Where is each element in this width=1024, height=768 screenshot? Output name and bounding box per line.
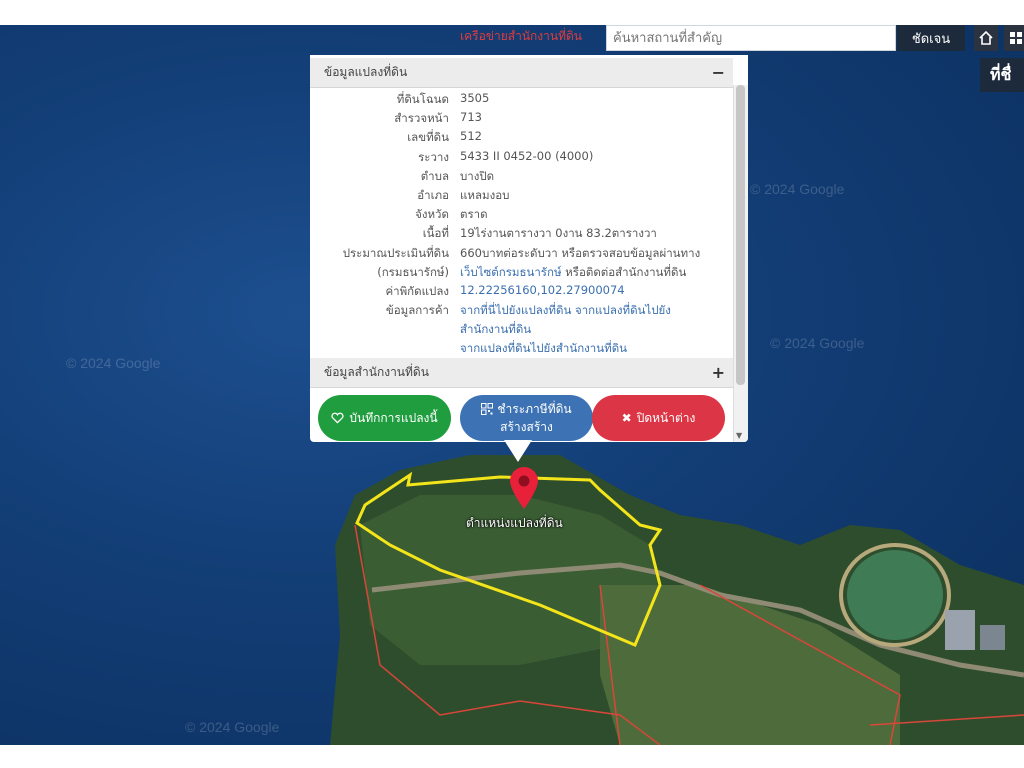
detail-label: ค่าพิกัดแปลง [385, 283, 449, 298]
detail-value: ตราด [460, 207, 488, 222]
close-icon: ✖ [621, 411, 632, 425]
detail-value: 19ไร่งานตารางวา 0งาน 83.2ตารางวา [460, 226, 657, 241]
detail-row: สำรวจหน้า 713 [310, 110, 733, 129]
map-watermark: © 2024 Google [66, 355, 161, 371]
map-toolbar: เครือข่ายสำนักงานที่ดิน ชัดเจน [310, 25, 1024, 55]
scroll-down-icon[interactable]: ▼ [736, 431, 742, 440]
parcel-section-header[interactable]: ข้อมูลแปลงที่ดิน − [310, 58, 733, 88]
pay-land-tax-button[interactable]: ชำระภาษีที่ดิน สร้างสร้าง [460, 395, 593, 441]
popup-scrollbar[interactable]: ▼ [733, 85, 748, 442]
detail-label: อำเภอ [417, 187, 449, 202]
detail-value-text: หรือติดต่อสำนักงานที่ดิน [561, 264, 687, 279]
heart-icon [331, 412, 344, 424]
detail-row: ข้อมูลการค้า จากที่นี่ไปยังแปลงที่ดิน จาก… [310, 302, 733, 321]
detail-label: ระวาง [418, 149, 449, 164]
close-window-label: ปิดหน้าต่าง [636, 411, 696, 425]
save-parcel-label: บันทึกการแปลงนี้ [349, 411, 438, 425]
popup-pointer [504, 440, 532, 462]
marker-label: ตำแหน่งแปลงที่ดิน [466, 516, 563, 530]
detail-row: จังหวัด ตราด [310, 206, 733, 225]
clear-search-button[interactable]: ชัดเจน [897, 25, 965, 51]
detail-label: ตำบล [420, 168, 449, 183]
directions-link[interactable]: สำนักงานที่ดิน [460, 321, 531, 339]
detail-value: 5433 II 0452-00 (4000) [460, 148, 594, 163]
office-network-link[interactable]: เครือข่ายสำนักงานที่ดิน [460, 27, 582, 46]
home-button[interactable] [974, 25, 998, 51]
map-watermark: © 2024 Google [770, 335, 865, 351]
detail-row: ตำบล บางปิด [310, 168, 733, 187]
detail-row: ระวาง 5433 II 0452-00 (4000) [310, 149, 733, 168]
office-section-header[interactable]: ข้อมูลสำนักงานที่ดิน + [310, 358, 733, 388]
detail-row: สำนักงานที่ดิน [310, 321, 733, 340]
detail-row: จากแปลงที่ดินไปยังสำนักงานที่ดิน [310, 340, 733, 359]
parcel-section-title: ข้อมูลแปลงที่ดิน [324, 65, 408, 79]
detail-value: 713 [460, 110, 482, 125]
detail-label: จังหวัด [415, 207, 449, 222]
save-parcel-button[interactable]: บันทึกการแปลงนี้ [318, 395, 451, 441]
detail-value: บางปิด [460, 168, 495, 183]
detail-value: แหลมงอบ [460, 187, 510, 202]
detail-row: เนื้อที่ 19ไร่งานตารางวา 0งาน 83.2ตารางวา [310, 225, 733, 244]
detail-value: 660บาทต่อระดับวา หรือตรวจสอบข้อมูลผ่านทา… [460, 245, 701, 260]
home-icon [979, 30, 993, 45]
parcel-details: ที่ดินโฉนด 3505 สำรวจหน้า 713 เลขที่ดิน 512… [310, 91, 733, 360]
qrcode-icon [481, 403, 494, 415]
detail-row: ที่ดินโฉนด 3505 [310, 91, 733, 110]
coordinates-link[interactable]: 12.22256160,102.27900074 [460, 283, 625, 297]
detail-label: เลขที่ดิน [407, 130, 449, 145]
detail-label: ประมาณประเมินที่ดิน [342, 245, 449, 260]
pay-tax-label: ชำระภาษีที่ดิน [497, 402, 572, 416]
detail-label: เนื้อที่ [422, 226, 449, 241]
side-panel-tab[interactable]: ที่ชื่ [980, 58, 1024, 92]
layers-button[interactable] [1004, 25, 1024, 51]
map-watermark: © 2024 Google [185, 719, 280, 735]
detail-value: 3505 [460, 91, 490, 105]
directions-link[interactable]: จากแปลงที่ดินไปยังสำนักงานที่ดิน [460, 340, 627, 358]
detail-row: (กรมธนารักษ์) เว็บไซต์กรมธนารักษ์ หรือติด… [310, 264, 733, 283]
collapse-icon[interactable]: − [712, 63, 725, 82]
scrollbar-thumb[interactable] [736, 85, 745, 385]
detail-row: อำเภอ แหลมงอบ [310, 187, 733, 206]
location-pin-icon[interactable] [508, 466, 540, 510]
directions-link[interactable]: จากที่นี่ไปยังแปลงที่ดิน จากแปลงที่ดินไป… [460, 302, 671, 320]
map-watermark: © 2024 Google [750, 181, 845, 197]
detail-row: ประมาณประเมินที่ดิน 660บาทต่อระดับวา หรือ… [310, 245, 733, 264]
detail-row: เลขที่ดิน 512 [310, 129, 733, 148]
expand-icon[interactable]: + [712, 363, 725, 382]
detail-label: (กรมธนารักษ์) [377, 264, 449, 279]
close-window-button[interactable]: ✖ ปิดหน้าต่าง [592, 395, 725, 441]
detail-row: ค่าพิกัดแปลง 12.22256160,102.27900074 [310, 283, 733, 302]
office-section-title: ข้อมูลสำนักงานที่ดิน [324, 365, 429, 379]
detail-value: เว็บไซต์กรมธนารักษ์ หรือติดต่อสำนักงานที… [460, 264, 686, 282]
detail-label: สำรวจหน้า [394, 111, 449, 126]
detail-value: 512 [460, 129, 482, 144]
landmark-search-input[interactable] [606, 25, 896, 51]
detail-label: ข้อมูลการค้า [385, 303, 449, 318]
pay-tax-sublabel: สร้างสร้าง [500, 420, 553, 434]
detail-label: ที่ดินโฉนด [396, 92, 449, 106]
parcel-info-popup: ข้อมูลแปลงที่ดิน − ที่ดินโฉนด 3505 สำรวจห… [310, 55, 748, 442]
treasury-website-link[interactable]: เว็บไซต์กรมธนารักษ์ [460, 265, 562, 279]
grid-icon [1010, 32, 1022, 44]
